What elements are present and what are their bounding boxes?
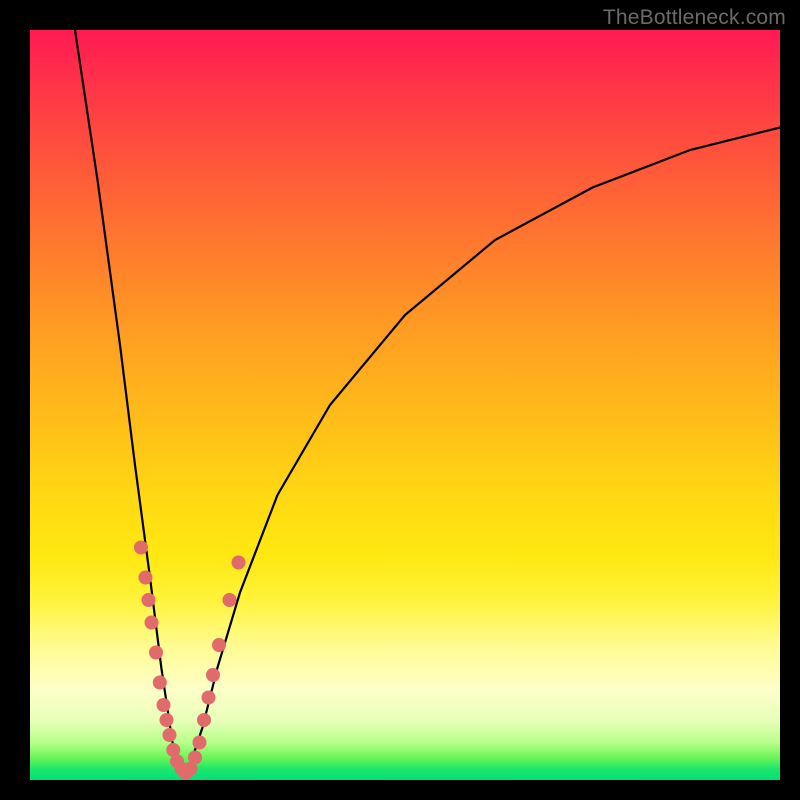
highlight-dot (197, 713, 211, 727)
highlight-dot (206, 668, 220, 682)
watermark-text: TheBottleneck.com (603, 6, 786, 30)
highlight-dot (212, 638, 226, 652)
bottleneck-curve-svg (30, 30, 780, 780)
highlight-dot (153, 676, 167, 690)
highlight-dot (134, 541, 148, 555)
highlight-dot (157, 698, 171, 712)
bottleneck-curve (75, 30, 780, 773)
plot-area (30, 30, 780, 780)
highlight-dot (188, 751, 202, 765)
highlight-dot (160, 713, 174, 727)
curve-group (75, 30, 780, 773)
highlight-dot (232, 556, 246, 570)
highlight-dot (139, 571, 153, 585)
highlight-dot (202, 691, 216, 705)
highlight-dot (149, 646, 163, 660)
highlight-dots (134, 541, 246, 780)
highlight-dot (223, 593, 237, 607)
highlight-dot (142, 593, 156, 607)
chart-frame: TheBottleneck.com (0, 0, 800, 800)
highlight-dot (193, 736, 207, 750)
highlight-dot (163, 728, 177, 742)
highlight-dot (145, 616, 159, 630)
